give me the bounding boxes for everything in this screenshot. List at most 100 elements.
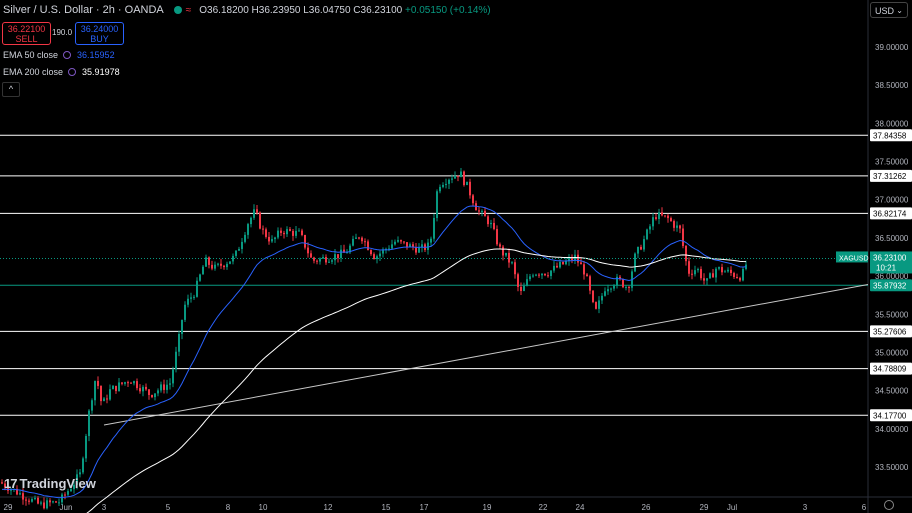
gear-icon[interactable] [884, 500, 894, 510]
candle-body [178, 333, 180, 352]
sell-button[interactable]: 36.22100 SELL [2, 22, 51, 45]
candle-body [103, 398, 105, 402]
candle-body [262, 228, 264, 230]
candle-body [604, 291, 606, 296]
candle-body [442, 185, 444, 187]
candle-body [226, 263, 228, 268]
candle-body [448, 179, 450, 184]
y-tick-label: 35.00000 [875, 348, 909, 357]
candle-body [106, 398, 108, 400]
level-label: 37.31262 [873, 172, 907, 181]
candle-body [52, 501, 54, 503]
currency-label: USD [875, 6, 895, 16]
candle-body [520, 286, 522, 291]
candle-body [181, 319, 183, 334]
level-label: 35.87932 [873, 281, 907, 290]
ema50-legend[interactable]: EMA 50 close 36.15952 [3, 50, 115, 60]
candle-body [523, 285, 525, 291]
candle-body [598, 300, 600, 309]
candle-body [697, 269, 699, 271]
x-tick-label: 5 [166, 503, 171, 512]
candle-body [121, 382, 123, 384]
candle-body [589, 276, 591, 291]
candle-body [151, 394, 153, 398]
candle-body [676, 225, 678, 228]
candle-body [613, 285, 615, 289]
candle-body [400, 240, 402, 242]
settings-icon[interactable] [68, 68, 77, 76]
candle-body [205, 257, 207, 267]
x-tick-label: 3 [102, 503, 107, 512]
candle-body [373, 254, 375, 260]
candle-body [547, 275, 549, 277]
candle-body [301, 230, 303, 235]
candle-body [376, 256, 378, 260]
candle-body [490, 222, 492, 225]
candle-body [580, 262, 582, 265]
candle-body [730, 269, 732, 274]
candle-body [364, 241, 366, 243]
candle-body [715, 268, 717, 278]
collapse-legend-button[interactable]: ^ [2, 82, 20, 97]
symbol-title[interactable]: Silver / U.S. Dollar · 2h · OANDA [3, 4, 164, 16]
candle-body [502, 246, 504, 256]
candle-body [478, 210, 480, 212]
candle-body [79, 472, 81, 475]
settings-icon[interactable] [63, 51, 72, 59]
candle-body [367, 241, 369, 251]
candle-body [361, 237, 363, 242]
candle-body [670, 218, 672, 222]
price-chart[interactable]: 37.84358 37.31262 36.82174 35.87932 35.27606… [0, 0, 912, 513]
candle-body [250, 217, 252, 225]
candle-body [244, 234, 246, 242]
candle-body [91, 400, 93, 411]
candle-body [175, 351, 177, 370]
candle-body [112, 385, 114, 390]
candle-body [268, 236, 270, 242]
x-tick-label: 6 [862, 503, 867, 512]
candle-body [328, 261, 330, 263]
candle-body [679, 225, 681, 229]
candle-body [283, 232, 285, 235]
x-tick-label: 12 [324, 503, 333, 512]
candle-body [232, 255, 234, 262]
candle-body [418, 247, 420, 253]
candle-body [295, 230, 297, 236]
candle-body [577, 254, 579, 263]
candle-body [514, 262, 516, 275]
candle-body [211, 264, 213, 269]
buy-button[interactable]: 36.24000 BUY [75, 22, 124, 45]
candle-body [124, 382, 126, 384]
candle-body [157, 390, 159, 394]
candle-body [571, 257, 573, 261]
y-tick-label: 37.50000 [875, 158, 909, 167]
candle-body [451, 178, 453, 180]
candle-body [148, 389, 150, 395]
candle-body [97, 380, 99, 386]
candle-body [61, 494, 63, 503]
candle-body [316, 260, 318, 262]
candle-body [187, 298, 189, 305]
candle-body [184, 304, 186, 320]
candle-body [214, 264, 216, 269]
candle-body [304, 234, 306, 248]
ema200-legend[interactable]: EMA 200 close 35.91978 [3, 67, 120, 77]
candle-body [544, 273, 546, 276]
candle-body [628, 286, 630, 288]
candle-body [466, 181, 468, 186]
candle-body [427, 242, 429, 250]
ema50-value: 36.15952 [77, 50, 115, 60]
candle-body [682, 228, 684, 246]
candle-body [100, 385, 102, 402]
candle-body [553, 265, 555, 271]
candle-body [145, 386, 147, 390]
currency-selector[interactable]: USD ⌄ [870, 2, 908, 18]
candle-body [196, 280, 198, 297]
candle-body [655, 217, 657, 219]
y-tick-label: 36.50000 [875, 234, 909, 243]
logo-text: TradingView [19, 476, 96, 491]
candle-body [733, 273, 735, 277]
candle-body [391, 244, 393, 249]
y-tick-label: 38.50000 [875, 81, 909, 90]
x-tick-label: 29 [700, 503, 709, 512]
